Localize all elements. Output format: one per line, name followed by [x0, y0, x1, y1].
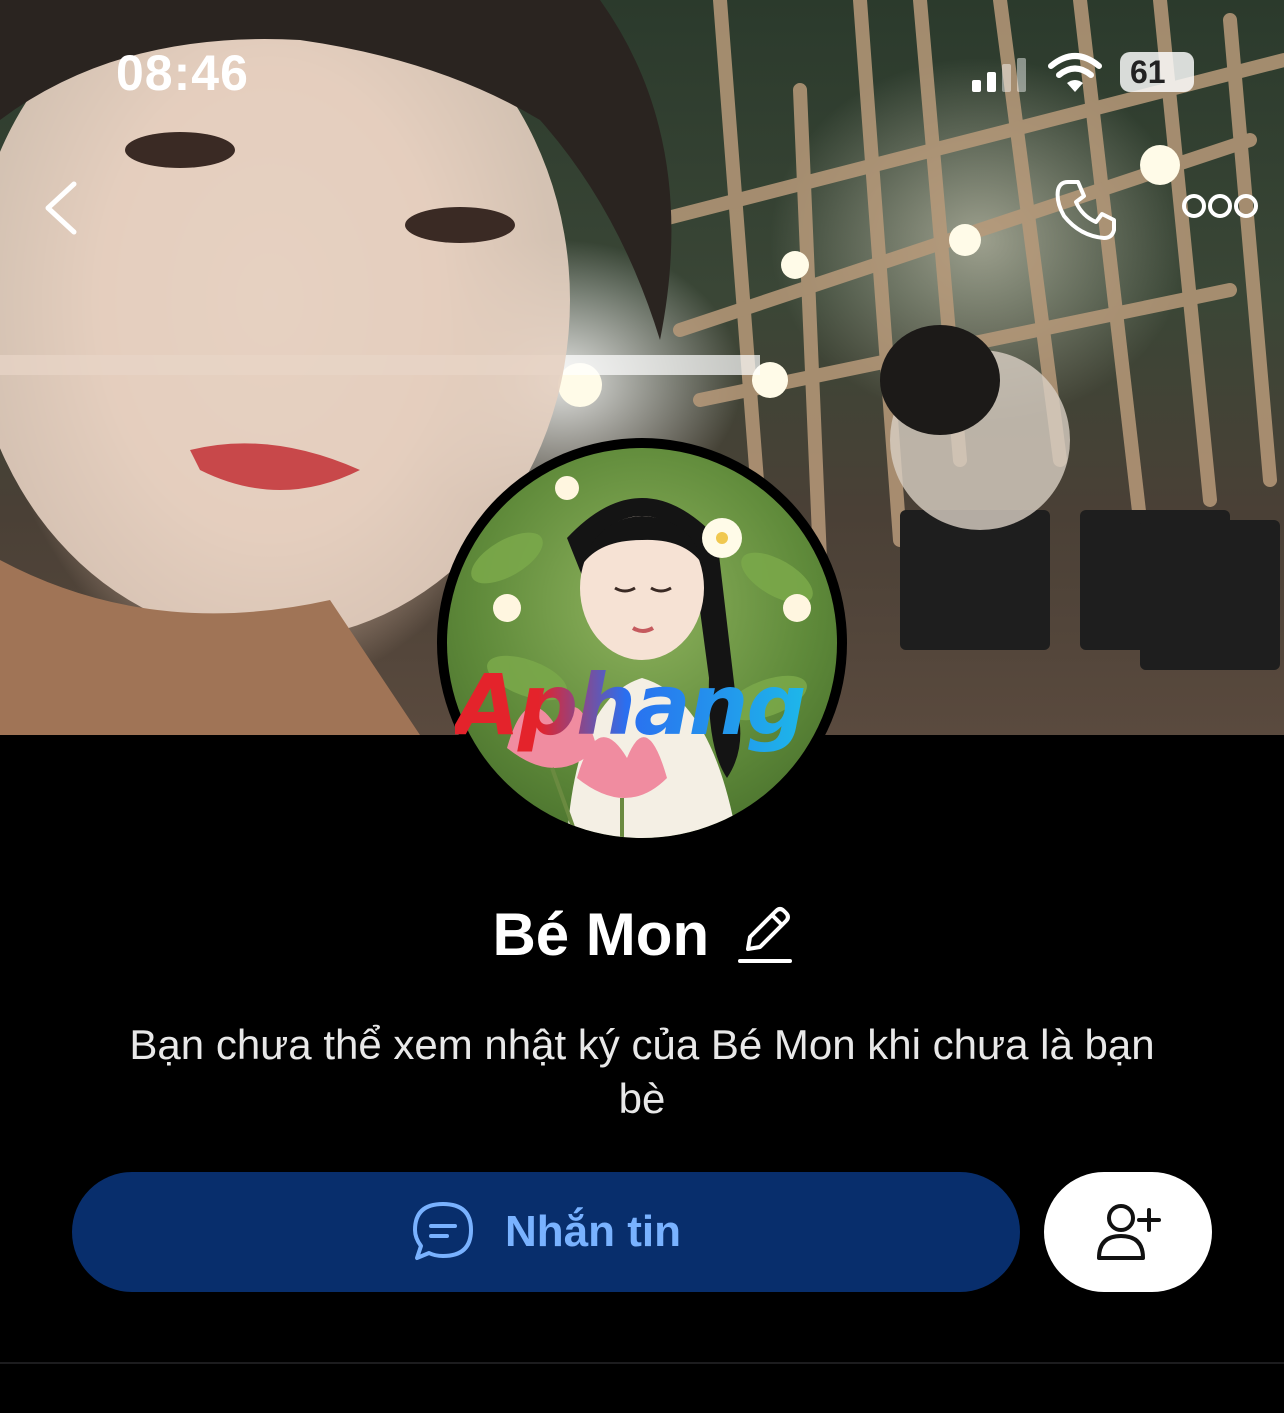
more-horizontal-icon[interactable]: [1180, 190, 1260, 222]
chevron-left-icon[interactable]: [40, 180, 84, 236]
watermark-logo: Aphang: [455, 655, 835, 755]
battery-indicator: 61: [1120, 52, 1194, 92]
add-friend-button[interactable]: [1044, 1172, 1212, 1292]
message-button[interactable]: Nhắn tin: [72, 1172, 1020, 1292]
status-bar: 08:46 61: [0, 0, 1284, 140]
private-diary-notice: Bạn chưa thể xem nhật ký của Bé Mon khi …: [129, 1021, 1155, 1122]
avatar-image: [447, 448, 837, 838]
cellular-signal-icon: [972, 58, 1026, 92]
avatar[interactable]: [437, 438, 847, 848]
profile-name: Bé Mon: [492, 901, 710, 968]
message-button-label: Nhắn tin: [505, 1207, 681, 1256]
divider: [0, 1362, 1284, 1364]
phone-icon[interactable]: [1054, 176, 1120, 242]
pencil-icon[interactable]: [737, 903, 792, 967]
add-friend-icon: [1097, 1204, 1161, 1260]
wifi-icon: [1048, 53, 1102, 92]
status-time: 08:46: [116, 45, 249, 101]
profile-name-row: Bé Mon: [0, 900, 1284, 980]
chat-bubble-icon: [413, 1202, 473, 1260]
